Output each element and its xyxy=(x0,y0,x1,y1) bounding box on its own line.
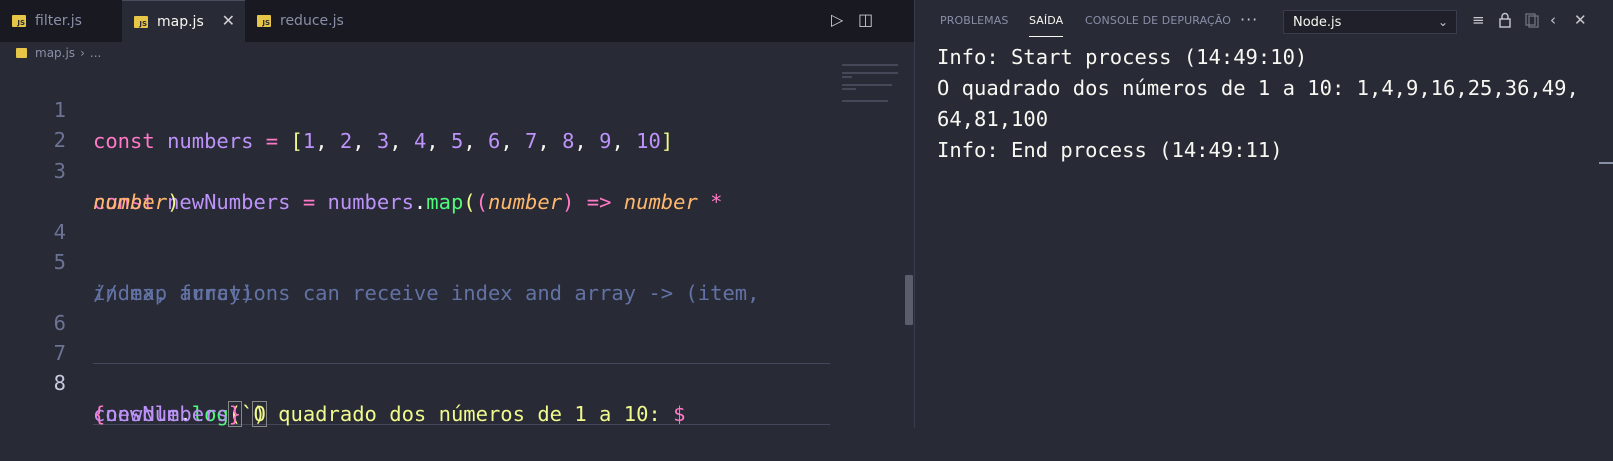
code-line: 1 const numbers = [1, 2, 3, 4, 5, 6, 7, … xyxy=(0,64,840,153)
js-file-icon xyxy=(16,48,27,58)
output-line: O quadrado dos números de 1 a 10: 1,4,9,… xyxy=(937,76,1579,100)
breadcrumb: map.js › ... xyxy=(0,42,917,64)
tab-reduce-js[interactable]: JS reduce.js xyxy=(245,0,370,42)
code-line-wrapped: number) xyxy=(0,156,840,214)
output-channel-select[interactable]: Node.js ⌄ xyxy=(1283,10,1457,34)
split-divider-handle[interactable] xyxy=(905,275,913,325)
js-file-icon: JS xyxy=(12,15,26,27)
tab-label: reduce.js xyxy=(280,13,344,29)
panel-scrollbar-marker xyxy=(1599,162,1613,164)
tab-map-js[interactable]: JS map.js ✕ xyxy=(122,0,245,42)
editor-scrollbar[interactable] xyxy=(898,62,904,428)
output-panel: PROBLEMAS SAÍDA CONSOLE DE DEPURAÇÃO ···… xyxy=(915,0,1613,428)
code-line: 2 xyxy=(0,94,74,152)
output-line: Info: End process (14:49:11) xyxy=(937,138,1283,162)
more-actions-icon[interactable]: ··· xyxy=(1240,10,1258,29)
output-line: 64,81,100 xyxy=(937,107,1049,131)
tab-label: map.js xyxy=(157,13,204,30)
code-line: 7 xyxy=(0,307,74,365)
js-file-icon: JS xyxy=(257,15,271,27)
code-text: {newNumbers}`) xyxy=(93,401,267,427)
split-editor-icon[interactable]: ◫ xyxy=(858,11,873,29)
lock-scroll-icon[interactable] xyxy=(1498,12,1512,31)
chevron-left-icon[interactable]: ‹ xyxy=(1550,12,1556,28)
code-editor[interactable]: 1 const numbers = [1, 2, 3, 4, 5, 6, 7, … xyxy=(0,64,840,428)
tab-debug-console[interactable]: CONSOLE DE DEPURAÇÃO xyxy=(1085,14,1231,27)
close-icon[interactable]: ✕ xyxy=(222,13,235,29)
tab-output[interactable]: SAÍDA xyxy=(1029,14,1064,37)
code-line: 4 xyxy=(0,186,74,244)
output-log[interactable]: Info: Start process (14:49:10) O quadrad… xyxy=(937,42,1597,166)
minimap[interactable] xyxy=(842,64,902,104)
chevron-down-icon: ⌄ xyxy=(1437,15,1448,29)
tab-problems[interactable]: PROBLEMAS xyxy=(940,14,1008,27)
breadcrumb-rest[interactable]: ... xyxy=(90,46,101,60)
code-line: 8 console.log(`O quadrado dos números de… xyxy=(0,337,840,427)
code-line: 6 xyxy=(0,277,74,335)
breadcrumb-separator: › xyxy=(80,46,85,60)
open-log-icon[interactable] xyxy=(1524,12,1540,31)
code-text: const newNumbers = numbers.map((number) … xyxy=(93,190,723,214)
editor-tab-bar: JS filter.js JS map.js ✕ JS reduce.js ▷ … xyxy=(0,0,917,42)
clear-output-icon[interactable]: ≡ xyxy=(1472,12,1485,28)
code-line: 3 const newNumbers = numbers.map((number… xyxy=(0,125,840,214)
breadcrumb-file[interactable]: map.js xyxy=(35,46,75,60)
code-line: 5 // map functions can receive index and… xyxy=(0,216,840,305)
run-icon[interactable]: ▷ xyxy=(831,11,843,29)
code-line-wrapped: index, array) xyxy=(0,247,840,305)
editor-group: JS filter.js JS map.js ✕ JS reduce.js ▷ … xyxy=(0,0,917,428)
tab-label: filter.js xyxy=(35,13,82,29)
tab-filter-js[interactable]: JS filter.js xyxy=(0,0,122,42)
code-comment: index, array) xyxy=(93,281,254,305)
js-file-icon: JS xyxy=(134,15,148,28)
code-line-wrapped: {newNumbers}`) xyxy=(0,368,840,427)
select-value: Node.js xyxy=(1293,14,1342,30)
output-line: Info: Start process (14:49:10) xyxy=(937,45,1308,69)
panel-header: PROBLEMAS SAÍDA CONSOLE DE DEPURAÇÃO ···… xyxy=(915,0,1613,42)
close-panel-icon[interactable]: ✕ xyxy=(1574,12,1587,28)
code-text: number) xyxy=(93,190,180,214)
